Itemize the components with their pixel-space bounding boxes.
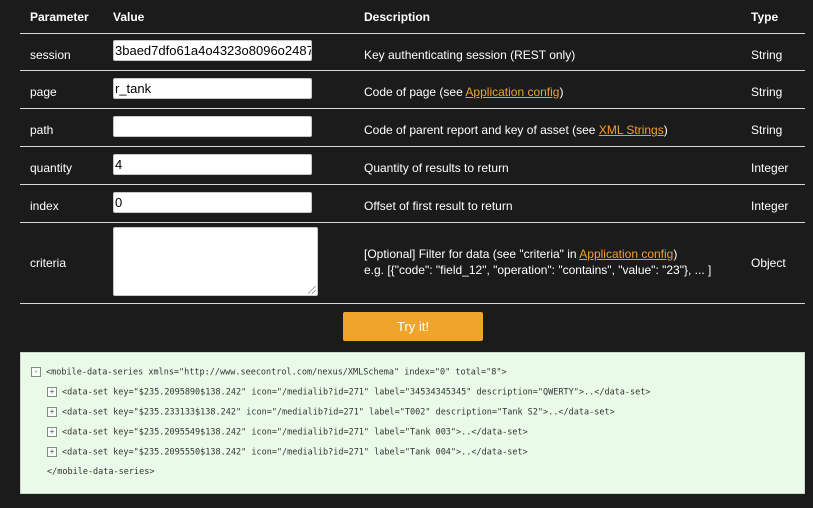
param-name: session [30,48,71,62]
param-description: Offset of first result to return [364,199,513,213]
param-description: [Optional] Filter for data (see "criteri… [364,247,712,277]
xml-root-open: - <mobile-data-series xmlns="http://www.s… [31,367,507,378]
resize-handle[interactable] [308,286,316,294]
param-type: String [751,123,783,137]
param-type: Integer [751,199,789,213]
table-row: quantity 4 Quantity of results to return… [20,147,805,185]
expand-toggle-icon[interactable]: + [47,407,57,417]
param-name: quantity [30,161,73,175]
table-row: criteria [Optional] Filter for data (see… [20,223,805,304]
xml-strings-link[interactable]: XML Strings [599,123,664,137]
xml-root-close: </mobile-data-series> [47,467,155,477]
expand-toggle-icon[interactable]: + [47,447,57,457]
xml-data-set: + <data-set key="$235.233133$138.242" ico… [47,407,615,418]
table-row: session 3baed7dfo61a4o4323o8096o2487a Ke… [20,34,805,71]
table-row: index 0 Offset of first result to return… [20,185,805,223]
xml-data-set: + <data-set key="$235.2095890$138.242" ic… [47,387,651,398]
param-type: String [751,48,783,62]
table-row: path Code of parent report and key of as… [20,109,805,147]
header-type: Type [751,10,779,24]
table-row: page r_tank Code of page (see Applicatio… [20,71,805,109]
param-type: Integer [751,161,789,175]
criteria-textarea[interactable] [113,227,318,296]
criteria-example: e.g. [{"code": "field_12", "operation": … [364,263,712,277]
path-input[interactable] [113,116,312,137]
collapse-toggle-icon[interactable]: - [31,367,41,377]
param-description: Key authenticating session (REST only) [364,48,576,62]
try-it-button[interactable]: Try it! [343,312,483,341]
header-description: Description [364,10,431,24]
xml-response-panel: - <mobile-data-series xmlns="http://www.s… [20,352,805,494]
xml-data-set: + <data-set key="$235.2095550$138.242" ic… [47,447,528,458]
page-input[interactable]: r_tank [113,78,312,99]
table-header: Parameter Value Description Type [20,0,805,34]
header-parameter: Parameter [30,10,89,24]
param-name: index [30,199,59,213]
param-description: Code of page (see Application config) [364,85,564,99]
expand-toggle-icon[interactable]: + [47,427,57,437]
param-name: path [30,123,54,137]
session-input[interactable]: 3baed7dfo61a4o4323o8096o2487a [113,40,312,61]
index-input[interactable]: 0 [113,192,312,213]
application-config-link[interactable]: Application config [579,247,673,261]
expand-toggle-icon[interactable]: + [47,387,57,397]
quantity-input[interactable]: 4 [113,154,312,175]
api-parameters-table: Parameter Value Description Type session… [20,0,805,304]
xml-data-set: + <data-set key="$235.2095549$138.242" ic… [47,427,528,438]
application-config-link[interactable]: Application config [465,85,559,99]
param-type: Object [751,256,786,270]
param-name: criteria [30,256,67,270]
param-name: page [30,85,57,99]
param-description: Quantity of results to return [364,161,509,175]
param-type: String [751,85,783,99]
header-value: Value [113,10,145,24]
param-description: Code of parent report and key of asset (… [364,123,668,137]
